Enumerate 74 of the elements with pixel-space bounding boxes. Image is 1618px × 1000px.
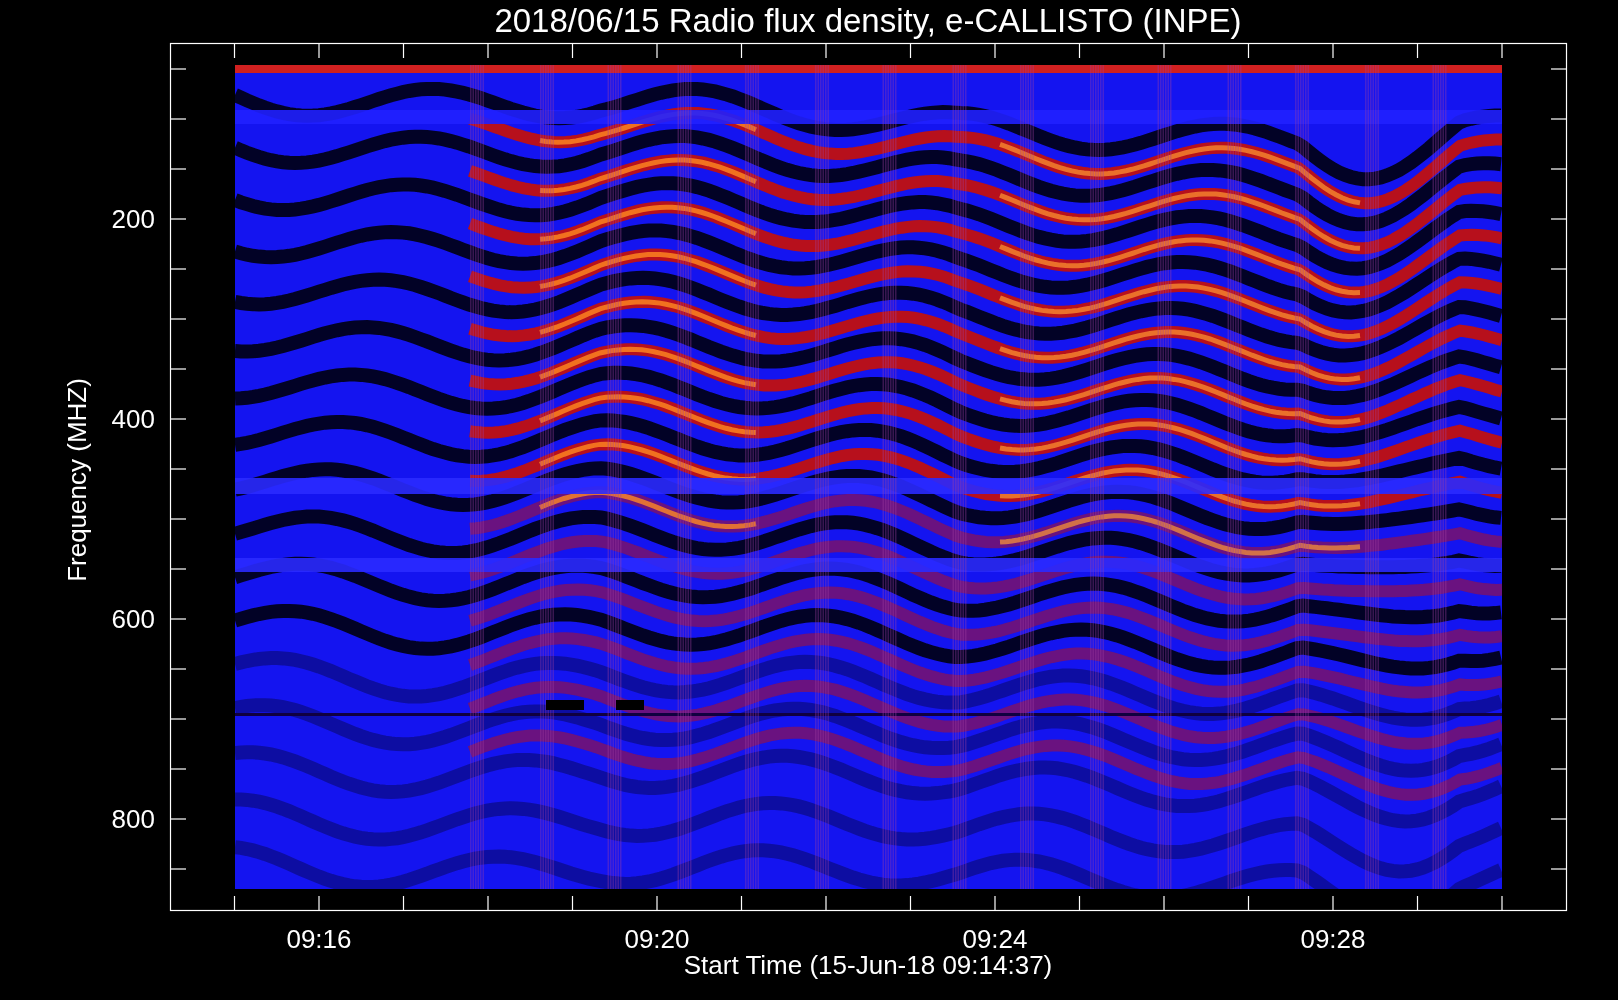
tick-mark bbox=[318, 42, 320, 59]
tick-mark bbox=[1550, 868, 1568, 870]
tick-mark bbox=[169, 318, 187, 320]
y-tick-label: 800 bbox=[111, 804, 155, 834]
tick-mark bbox=[1416, 895, 1419, 912]
x-tick-label: 09:28 bbox=[1300, 924, 1366, 954]
tick-mark bbox=[656, 895, 658, 912]
tick-mark bbox=[571, 895, 574, 912]
tick-mark bbox=[740, 42, 743, 59]
tick-mark bbox=[1550, 318, 1568, 320]
tick-mark bbox=[1550, 718, 1568, 720]
tick-mark bbox=[487, 42, 489, 59]
tick-mark bbox=[402, 42, 405, 59]
tick-mark bbox=[1163, 42, 1165, 59]
tick-mark bbox=[1501, 895, 1503, 912]
tick-mark bbox=[1501, 42, 1503, 59]
tick-mark bbox=[656, 42, 658, 59]
tick-mark bbox=[169, 768, 187, 770]
tick-mark bbox=[169, 468, 187, 470]
y-tick-label: 400 bbox=[111, 404, 155, 434]
tick-mark bbox=[1247, 895, 1250, 912]
tick-mark bbox=[1247, 42, 1250, 59]
tick-mark bbox=[825, 42, 827, 59]
tick-mark bbox=[1550, 368, 1568, 370]
tick-mark bbox=[1078, 42, 1081, 59]
tick-mark bbox=[1550, 518, 1568, 520]
tick-mark bbox=[169, 618, 187, 620]
tick-mark bbox=[402, 895, 405, 912]
tick-mark bbox=[233, 895, 236, 912]
tick-mark bbox=[1550, 218, 1568, 220]
tick-mark bbox=[169, 168, 187, 170]
tick-mark bbox=[740, 895, 743, 912]
tick-mark bbox=[169, 368, 187, 370]
tick-mark bbox=[994, 42, 996, 59]
tick-mark bbox=[169, 868, 187, 870]
tick-mark bbox=[169, 268, 187, 270]
tick-mark bbox=[169, 68, 187, 70]
tick-mark bbox=[1550, 818, 1568, 820]
tick-mark bbox=[909, 895, 912, 912]
tick-mark bbox=[1078, 895, 1081, 912]
tick-mark bbox=[1550, 618, 1568, 620]
tick-mark bbox=[1550, 668, 1568, 670]
x-tick-label: 09:16 bbox=[286, 924, 352, 954]
tick-mark bbox=[169, 668, 187, 670]
tick-mark bbox=[909, 42, 912, 59]
tick-mark bbox=[233, 42, 236, 59]
tick-mark bbox=[169, 118, 187, 120]
tick-mark bbox=[1550, 568, 1568, 570]
tick-mark bbox=[318, 895, 320, 912]
tick-mark bbox=[169, 518, 187, 520]
tick-mark bbox=[169, 718, 187, 720]
tick-mark bbox=[825, 895, 827, 912]
tick-mark bbox=[487, 895, 489, 912]
tick-mark bbox=[1550, 268, 1568, 270]
tick-mark bbox=[1332, 895, 1334, 912]
tick-mark bbox=[1550, 168, 1568, 170]
y-tick-label: 200 bbox=[111, 204, 155, 234]
tick-mark bbox=[1550, 468, 1568, 470]
tick-mark bbox=[169, 218, 187, 220]
tick-mark bbox=[994, 895, 996, 912]
tick-mark bbox=[1550, 418, 1568, 420]
chart-title: 2018/06/15 Radio flux density, e-CALLISTO (INPE) bbox=[494, 2, 1242, 39]
tick-mark bbox=[169, 418, 187, 420]
tick-mark bbox=[169, 568, 187, 570]
tick-mark bbox=[1550, 768, 1568, 770]
y-tick-label: 600 bbox=[111, 604, 155, 634]
tick-mark bbox=[169, 818, 187, 820]
tick-mark bbox=[1550, 118, 1568, 120]
tick-mark bbox=[571, 42, 574, 59]
tick-mark bbox=[1550, 68, 1568, 70]
tick-mark bbox=[1163, 895, 1165, 912]
tick-mark bbox=[1332, 42, 1334, 59]
tick-mark bbox=[1416, 42, 1419, 59]
y-axis-label: Frequency (MHZ) bbox=[62, 378, 92, 582]
